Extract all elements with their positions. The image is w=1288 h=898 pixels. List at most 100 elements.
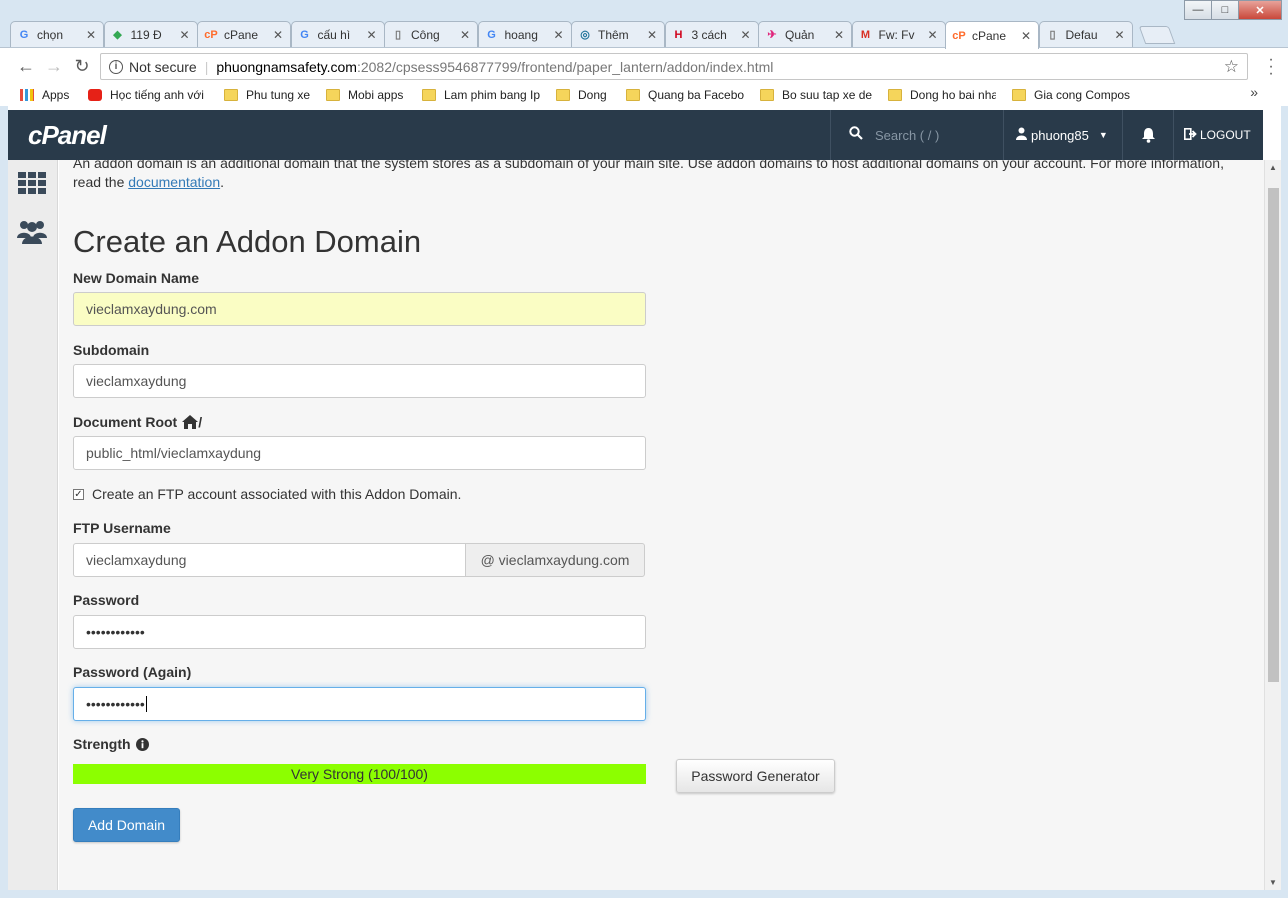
helicopter-icon: ✈ bbox=[767, 29, 777, 41]
bookmark-label: Dong y bbox=[578, 88, 610, 102]
password-input[interactable]: •••••••••••• bbox=[73, 615, 646, 649]
intro-text: An addon domain is an additional domain … bbox=[73, 160, 1224, 190]
bookmark-label: Apps bbox=[42, 88, 70, 102]
close-tab-icon[interactable]: ✕ bbox=[1020, 29, 1032, 43]
browser-tab[interactable]: ▯ Công ✕ bbox=[384, 21, 478, 47]
add-domain-button[interactable]: Add Domain bbox=[73, 808, 180, 842]
bookmark-label: Gia cong Composite bbox=[1034, 88, 1130, 102]
user-menu[interactable]: phuong85 ▼ bbox=[1016, 110, 1108, 160]
window-border-right bbox=[1281, 106, 1288, 898]
ftp-checkbox-label[interactable]: Create an FTP account associated with th… bbox=[92, 486, 461, 502]
browser-tab[interactable]: ◆ 119 Đ ✕ bbox=[103, 21, 198, 47]
bookmarks-bar: Apps Học tiếng anh với Eng Phu tung xe Mobi… bbox=[0, 84, 1288, 106]
browser-tab[interactable]: H 3 cách ✕ bbox=[664, 21, 759, 47]
close-tab-icon[interactable]: ✕ bbox=[646, 28, 658, 42]
close-tab-icon[interactable]: ✕ bbox=[927, 28, 939, 42]
browser-tab[interactable]: cP cPane ✕ bbox=[945, 21, 1039, 49]
tab-title: cấu hì bbox=[317, 27, 351, 42]
bookmark-item[interactable]: Dong ho bai nhat bbox=[888, 88, 996, 102]
bookmark-item[interactable]: Quang ba Facebook bbox=[626, 88, 744, 102]
info-circle-icon[interactable] bbox=[135, 737, 149, 751]
bookmark-item[interactable]: Học tiếng anh với Eng bbox=[88, 88, 208, 102]
close-tab-icon[interactable]: ✕ bbox=[272, 28, 284, 42]
tab-title: Thêm bbox=[598, 27, 629, 42]
google-icon: G bbox=[487, 28, 496, 41]
bookmarks-overflow-button[interactable]: » bbox=[1250, 84, 1258, 100]
notifications-bell-icon[interactable] bbox=[1122, 110, 1174, 160]
close-tab-icon[interactable]: ✕ bbox=[1114, 28, 1126, 42]
address-bar[interactable]: i Not secure | phuongnamsafety.com :2082… bbox=[100, 53, 1248, 80]
scroll-up-icon[interactable]: ▲ bbox=[1269, 163, 1277, 172]
cpanel-header: cPanel Search ( / ) phuong85 ▼ LOGOUT bbox=[8, 110, 1263, 160]
browser-tab-strip: Gchọn ✕ ◆ 119 Đ ✕ cP cPane ✕ Gcấu hì ✕ ▯ Công ✕ Ghoan… bbox=[0, 0, 1288, 49]
search-placeholder: Search ( / ) bbox=[875, 127, 940, 143]
close-tab-icon[interactable]: ✕ bbox=[459, 28, 471, 42]
bookmark-item[interactable]: Phu tung xe bbox=[224, 88, 310, 102]
security-label[interactable]: Not secure bbox=[129, 59, 197, 75]
ftp-account-checkbox[interactable]: ✓ bbox=[73, 488, 84, 500]
folder-icon bbox=[224, 89, 238, 101]
close-tab-icon[interactable]: ✕ bbox=[833, 28, 845, 42]
browser-tab[interactable]: Gcấu hì ✕ bbox=[290, 21, 385, 47]
folder-icon bbox=[1012, 89, 1026, 101]
forward-arrow-icon[interactable]: → bbox=[44, 56, 64, 76]
browser-tab[interactable]: ▯ Defau ✕ bbox=[1038, 21, 1133, 47]
reload-icon[interactable]: ↻ bbox=[72, 56, 92, 76]
chevron-down-icon: ▼ bbox=[1098, 130, 1108, 140]
cpanel-sidebar bbox=[8, 160, 58, 890]
close-tab-icon[interactable]: ✕ bbox=[85, 28, 97, 42]
subdomain-input[interactable]: vieclamxaydung bbox=[73, 364, 646, 398]
close-window-button[interactable]: ✕ bbox=[1238, 0, 1282, 20]
bookmark-item[interactable]: Bo suu tap xe dep bbox=[760, 88, 872, 102]
document-root-input[interactable]: public_html/vieclamxaydung bbox=[73, 436, 646, 470]
new-domain-input[interactable]: vieclamxaydung.com bbox=[73, 292, 646, 326]
bookmark-star-icon[interactable]: ☆ bbox=[1224, 57, 1239, 77]
bookmark-item[interactable]: Gia cong Composite bbox=[1012, 88, 1130, 102]
bookmark-item[interactable]: Lam phim bang Iphon bbox=[422, 88, 540, 102]
cpanel-icon: cP bbox=[204, 28, 218, 41]
browser-toolbar: ← → ↻ i Not secure | phuongnamsafety.com… bbox=[0, 48, 1288, 84]
logout-label: LOGOUT bbox=[1200, 128, 1251, 142]
documentation-link[interactable]: documentation bbox=[128, 174, 220, 190]
tab-title: Fw: Fv bbox=[878, 27, 915, 42]
maximize-button[interactable]: □ bbox=[1211, 0, 1239, 20]
apps-grid-icon[interactable] bbox=[17, 170, 47, 196]
tab-title: 3 cách bbox=[691, 27, 727, 42]
cpanel-logo[interactable]: cPanel bbox=[28, 120, 107, 151]
info-icon[interactable]: i bbox=[109, 59, 123, 74]
logout-button[interactable]: LOGOUT bbox=[1184, 110, 1251, 160]
tab-title: Công bbox=[411, 27, 440, 42]
back-arrow-icon[interactable]: ← bbox=[16, 56, 36, 76]
bookmark-item[interactable]: Dong y bbox=[556, 88, 610, 102]
scrollbar-thumb[interactable] bbox=[1268, 188, 1279, 682]
page-title: Create an Addon Domain bbox=[73, 224, 422, 259]
bookmark-item[interactable]: Mobi apps bbox=[326, 88, 406, 102]
bookmark-item[interactable]: Apps bbox=[20, 88, 72, 102]
url-host: phuongnamsafety.com bbox=[216, 58, 357, 75]
browser-tab[interactable]: ◎ Thêm ✕ bbox=[571, 21, 665, 47]
browser-tab[interactable]: ✈ Quản ✕ bbox=[758, 21, 852, 47]
close-tab-icon[interactable]: ✕ bbox=[740, 28, 752, 42]
browser-menu-icon[interactable]: · · · bbox=[1268, 52, 1274, 82]
new-tab-button[interactable] bbox=[1138, 26, 1176, 44]
browser-tab[interactable]: M Fw: Fv ✕ bbox=[851, 21, 946, 47]
cpanel-search[interactable]: Search ( / ) bbox=[830, 110, 1004, 160]
search-icon bbox=[849, 126, 863, 144]
scroll-down-icon[interactable]: ▼ bbox=[1269, 878, 1277, 887]
close-tab-icon[interactable]: ✕ bbox=[179, 28, 191, 42]
browser-tab[interactable]: Ghoang ✕ bbox=[477, 21, 572, 47]
bookmark-label: Phu tung xe bbox=[246, 88, 310, 102]
minimize-button[interactable]: — bbox=[1184, 0, 1212, 20]
close-tab-icon[interactable]: ✕ bbox=[366, 28, 378, 42]
password-again-input[interactable]: •••••••••••• bbox=[73, 687, 646, 721]
document-root-label-row: Document Root / bbox=[73, 414, 202, 430]
folder-icon bbox=[422, 89, 436, 101]
password-generator-button[interactable]: Password Generator bbox=[676, 759, 835, 793]
ftp-username-input[interactable]: vieclamxaydung bbox=[73, 543, 466, 577]
users-icon[interactable] bbox=[17, 218, 47, 244]
browser-tab[interactable]: cP cPane ✕ bbox=[197, 21, 291, 47]
page-scrollbar[interactable]: ▲ ▼ bbox=[1264, 160, 1281, 890]
close-tab-icon[interactable]: ✕ bbox=[553, 28, 565, 42]
browser-tab[interactable]: Gchọn ✕ bbox=[10, 21, 104, 47]
bookmark-label: Bo suu tap xe dep bbox=[782, 88, 872, 102]
